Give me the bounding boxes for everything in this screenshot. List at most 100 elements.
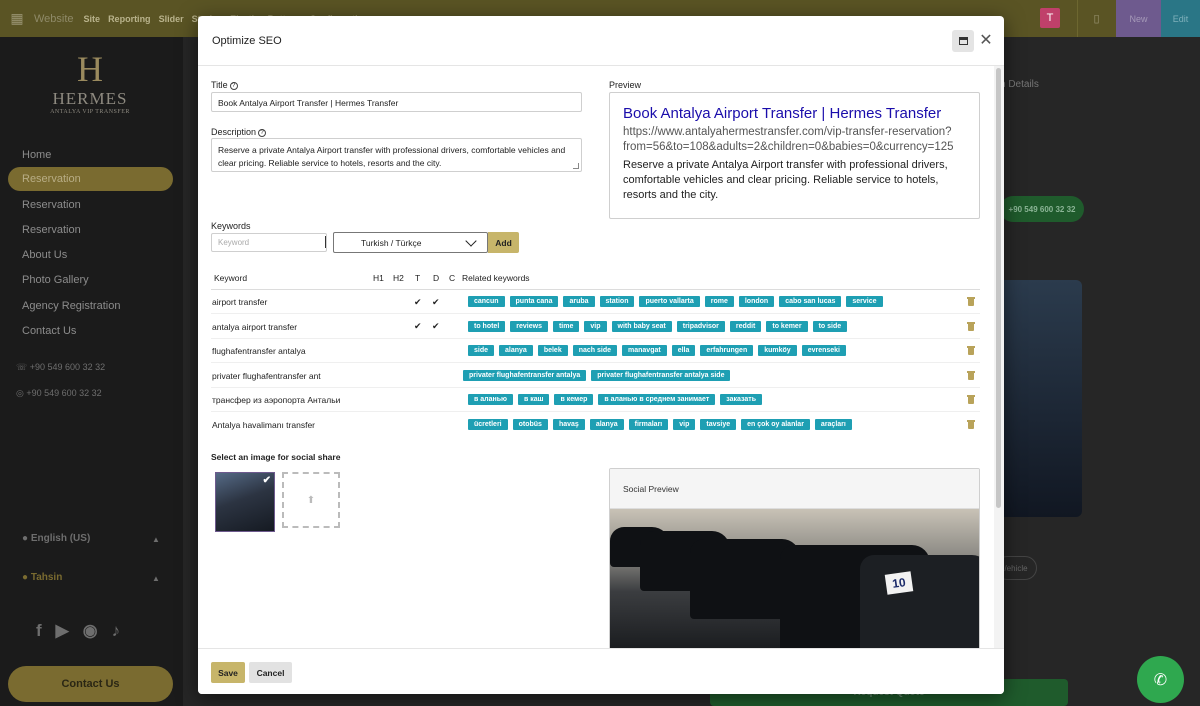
keyword-tag[interactable]: в аланью bbox=[468, 394, 513, 405]
keyword-tag[interactable]: ella bbox=[671, 345, 696, 356]
keyword-tag[interactable]: reddit bbox=[729, 321, 762, 332]
trash-icon[interactable] bbox=[967, 371, 975, 380]
trash-icon[interactable] bbox=[967, 322, 975, 331]
mobile-preview-icon[interactable]: ▯ bbox=[1077, 0, 1115, 37]
chevron-down-icon bbox=[465, 235, 477, 247]
keyword-tag[interactable]: cabo san lucas bbox=[779, 296, 842, 307]
language-switcher[interactable]: ● English (US) bbox=[22, 533, 90, 544]
related-tags: to hotel reviews time vip with baby seat… bbox=[468, 321, 848, 332]
keyword-tag[interactable]: tripadvisor bbox=[676, 321, 725, 332]
keyword-tag[interactable]: otobüs bbox=[512, 419, 548, 430]
logo-subtitle: ANTALYA VIP TRANSFER bbox=[50, 109, 130, 115]
keyword-tag[interactable]: nach side bbox=[572, 345, 618, 356]
edit-button[interactable]: Edit bbox=[1161, 0, 1200, 37]
apps-grid-icon[interactable]: ▦ bbox=[0, 0, 34, 37]
whatsapp-line[interactable]: ◎ +90 549 600 32 32 bbox=[16, 388, 102, 399]
keyword-tag[interactable]: vip bbox=[584, 321, 607, 332]
topbar-menu-slider[interactable]: Slider bbox=[159, 14, 184, 24]
help-icon[interactable]: ? bbox=[258, 129, 267, 137]
new-button[interactable]: New bbox=[1116, 0, 1161, 37]
nav-reservation-active[interactable]: Reservation bbox=[8, 167, 173, 191]
keyword-tag[interactable]: london bbox=[738, 296, 775, 307]
phone-line[interactable]: ☏ +90 549 600 32 32 bbox=[16, 362, 105, 373]
keyword-tag[interactable]: station bbox=[599, 296, 635, 307]
close-button[interactable]: ✕ bbox=[978, 31, 994, 51]
keyword-tag[interactable]: manavgat bbox=[622, 345, 667, 356]
keyword-tag[interactable]: reviews bbox=[510, 321, 548, 332]
add-keyword-button[interactable]: Add bbox=[488, 232, 519, 253]
keyword-tag[interactable]: havaş bbox=[552, 419, 585, 430]
trash-icon[interactable] bbox=[967, 395, 975, 404]
instagram-icon[interactable]: ◉ bbox=[83, 621, 98, 641]
keyword-tag[interactable]: cancun bbox=[468, 296, 505, 307]
nav-photo-gallery[interactable]: Photo Gallery bbox=[22, 274, 89, 286]
keyword-tag[interactable]: в кемер bbox=[554, 394, 594, 405]
keyword-tag[interactable]: to hotel bbox=[468, 321, 506, 332]
keyword-tag[interactable]: puerto vallarta bbox=[639, 296, 700, 307]
keyword-tag[interactable]: alanya bbox=[499, 345, 533, 356]
nav-contact-us[interactable]: Contact Us bbox=[22, 325, 76, 337]
topbar-brand[interactable]: Website bbox=[34, 13, 74, 25]
trash-icon[interactable] bbox=[967, 346, 975, 355]
nav-agency-registration[interactable]: Agency Registration bbox=[22, 300, 120, 312]
keyword-tag[interactable]: to side bbox=[812, 321, 848, 332]
keyword-tag[interactable]: kumköy bbox=[758, 345, 797, 356]
maximize-icon bbox=[958, 37, 968, 45]
keyword-tag[interactable]: time bbox=[552, 321, 580, 332]
keyword-tag[interactable]: araçları bbox=[814, 419, 852, 430]
topbar-menu-site[interactable]: Site bbox=[84, 14, 101, 24]
keyword-tag[interactable]: в каш bbox=[518, 394, 550, 405]
modal-scrollbar[interactable] bbox=[994, 66, 1004, 648]
hermes-logo[interactable]: H HERMES ANTALYA VIP TRANSFER bbox=[40, 49, 140, 115]
keyword-tag[interactable]: erfahrungen bbox=[700, 345, 754, 356]
youtube-icon[interactable]: ▶ bbox=[56, 621, 69, 641]
description-textarea[interactable]: Reserve a private Antalya Airport transf… bbox=[211, 138, 582, 172]
user-avatar[interactable]: T bbox=[1040, 8, 1060, 28]
scrollbar-thumb[interactable] bbox=[996, 68, 1001, 508]
keyword-tag[interactable]: ücretleri bbox=[468, 419, 508, 430]
upload-image-button[interactable]: ⬆ bbox=[282, 472, 340, 528]
nav-reservation-2[interactable]: Reservation bbox=[22, 199, 81, 211]
maximize-button[interactable] bbox=[952, 30, 974, 52]
facebook-icon[interactable]: f bbox=[36, 621, 42, 641]
keyword-tag[interactable]: privater flughafentransfer antalya bbox=[463, 370, 587, 381]
nav-about-us[interactable]: About Us bbox=[22, 249, 67, 261]
share-image-thumbnail[interactable]: ✔ bbox=[215, 472, 275, 532]
user-menu[interactable]: ● Tahsin bbox=[22, 572, 62, 583]
keyword-input[interactable]: Keyword bbox=[211, 233, 327, 252]
save-button[interactable]: Save bbox=[211, 662, 245, 683]
trash-icon[interactable] bbox=[967, 420, 975, 429]
keyword-tag[interactable]: aruba bbox=[563, 296, 595, 307]
th-h2: H2 bbox=[393, 273, 404, 283]
keyword-tag[interactable]: evrenseki bbox=[801, 345, 847, 356]
contact-us-button[interactable]: Contact Us bbox=[8, 666, 173, 702]
tiktok-icon[interactable]: ♪ bbox=[112, 621, 121, 641]
keyword-tag[interactable]: rome bbox=[704, 296, 734, 307]
keyword-tag[interactable]: alanya bbox=[589, 419, 624, 430]
keyword-tag[interactable]: to kemer bbox=[766, 321, 808, 332]
nav-home[interactable]: Home bbox=[22, 149, 51, 161]
whatsapp-icon: ◎ bbox=[16, 388, 27, 398]
keyword-tag[interactable]: vip bbox=[673, 419, 696, 430]
language-select[interactable]: Turkish / Türkçe bbox=[333, 232, 488, 253]
keyword-name: flughafentransfer antalya bbox=[212, 346, 306, 356]
keyword-tag[interactable]: privater flughafentransfer antalya side bbox=[591, 370, 731, 381]
keyword-tag[interactable]: punta cana bbox=[509, 296, 559, 307]
keyword-tag[interactable]: в аланью в среднем занимает bbox=[598, 394, 716, 405]
title-input[interactable]: Book Antalya Airport Transfer | Hermes T… bbox=[211, 92, 582, 112]
nav-reservation-3[interactable]: Reservation bbox=[22, 224, 81, 236]
keyword-tag[interactable]: service bbox=[846, 296, 883, 307]
cancel-button[interactable]: Cancel bbox=[249, 662, 292, 683]
keyword-tag[interactable]: firmaları bbox=[628, 419, 669, 430]
keyword-tag[interactable]: en çok oy alanlar bbox=[741, 419, 810, 430]
topbar-menu-reporting[interactable]: Reporting bbox=[108, 14, 151, 24]
help-icon[interactable]: ? bbox=[229, 82, 238, 90]
resize-handle-icon[interactable] bbox=[573, 163, 579, 169]
keyword-tag[interactable]: tavsiye bbox=[700, 419, 737, 430]
keyword-tag[interactable]: side bbox=[468, 345, 495, 356]
keyword-tag[interactable]: заказать bbox=[720, 394, 763, 405]
keyword-tag[interactable]: with baby seat bbox=[611, 321, 672, 332]
keyword-tag[interactable]: belek bbox=[537, 345, 568, 356]
trash-icon[interactable] bbox=[967, 297, 975, 306]
whatsapp-float-button[interactable]: ✆ bbox=[1137, 656, 1184, 703]
